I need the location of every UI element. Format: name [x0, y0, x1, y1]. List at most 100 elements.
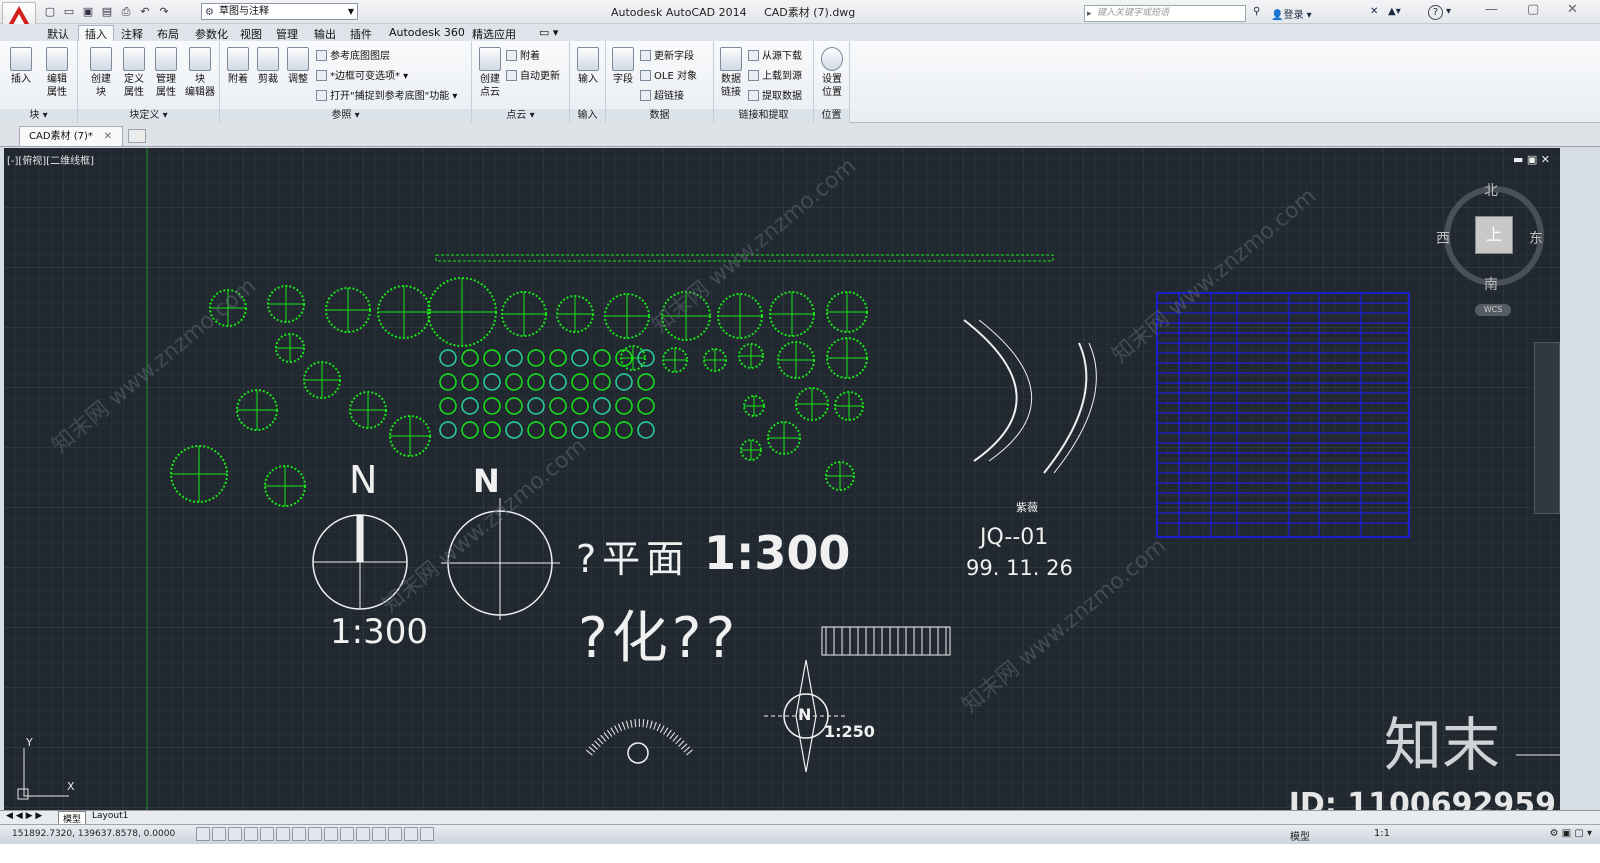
clip-button[interactable]: 剪裁	[254, 47, 282, 86]
save-icon[interactable]: ▣	[80, 4, 96, 19]
binoculars-icon[interactable]: ⚲	[1253, 6, 1260, 17]
help-button[interactable]: ?	[1428, 5, 1443, 20]
ribbon-minimize-icon[interactable]: ▭ ▾	[539, 26, 558, 39]
tab-manage[interactable]: 管理	[276, 26, 298, 42]
wcs-menu[interactable]: WCS	[1475, 304, 1511, 316]
chevron-down-icon[interactable]: ▾	[1446, 6, 1451, 17]
snap-toggle[interactable]	[212, 827, 226, 841]
hyperlink-button[interactable]: 超链接	[640, 87, 684, 102]
extract-data-button[interactable]: 提取数据	[748, 87, 802, 102]
block-editor-button[interactable]: 块 编辑器	[182, 47, 218, 99]
viewcube-north[interactable]: 北	[1484, 180, 1498, 200]
dyn-toggle[interactable]	[340, 827, 354, 841]
viewport-window-controls[interactable]: ▬ ▣ ✕	[1513, 153, 1550, 166]
tab-autodesk360[interactable]: Autodesk 360	[389, 26, 465, 39]
infer-constraints-toggle[interactable]	[196, 827, 210, 841]
open-file-icon[interactable]: ▭	[61, 4, 77, 19]
quick-access-toolbar: ▢ ▭ ▣ ▤ ⎙ ↶ ↷	[42, 4, 172, 19]
tab-insert[interactable]: 插入	[78, 25, 114, 41]
new-file-icon[interactable]: ▢	[42, 4, 58, 19]
viewcube-top-face[interactable]: 上	[1475, 216, 1513, 254]
field-button[interactable]: 字段	[609, 47, 637, 86]
tab-featured-apps[interactable]: 精选应用	[472, 26, 516, 42]
attach-icon	[227, 47, 249, 71]
panel-block-definition: 创建 块 定义 属性 管理 属性 块 编辑器 块定义 ▾	[78, 41, 220, 123]
sc-toggle[interactable]	[404, 827, 418, 841]
print-icon[interactable]: ⎙	[118, 4, 134, 19]
download-icon	[748, 50, 759, 61]
maximize-button[interactable]: ▢	[1527, 2, 1539, 17]
panel-title[interactable]: 参照 ▾	[220, 109, 471, 123]
define-attribute-button[interactable]: 定义 属性	[119, 47, 149, 99]
tab-plugins[interactable]: 插件	[350, 26, 372, 42]
underlay-snap-dropdown[interactable]: 打开"捕捉到参考底图"功能 ▾	[316, 87, 457, 102]
new-tab-button[interactable]	[128, 129, 146, 143]
panel-title[interactable]: 块定义 ▾	[78, 109, 219, 123]
close-button[interactable]: ✕	[1567, 2, 1578, 17]
tab-output[interactable]: 输出	[314, 26, 336, 42]
otrack-toggle[interactable]	[308, 827, 322, 841]
viewport-controls[interactable]: [-][俯视][二维线框]	[7, 152, 94, 167]
save-as-icon[interactable]: ▤	[99, 4, 115, 19]
edit-attribute-button[interactable]: 编辑 属性	[40, 47, 74, 99]
frame-options-dropdown[interactable]: *边框可变选项* ▾	[316, 67, 408, 82]
adjust-button[interactable]: 调整	[284, 47, 312, 86]
manage-attribute-button[interactable]: 管理 属性	[151, 47, 181, 99]
ribbon: 插入 编辑 属性 块 ▾ 创建 块 定义 属性 管理 属性 块 编辑器 块定义 …	[0, 41, 1600, 123]
redo-icon[interactable]: ↷	[156, 4, 172, 19]
create-point-cloud-button[interactable]: 创建 点云	[476, 47, 504, 99]
annotation-scale[interactable]: 1:1	[1374, 828, 1390, 839]
tab-annotate[interactable]: 注释	[121, 26, 143, 42]
svg-text:X: X	[67, 780, 75, 793]
panel-data: 字段 更新字段 OLE 对象 超链接 数据	[606, 41, 714, 123]
exchange-icon[interactable]: ✕	[1370, 6, 1378, 17]
download-from-source-button[interactable]: 从源下载	[748, 47, 802, 62]
update-icon	[640, 50, 651, 61]
point-cloud-attach-button[interactable]: 附着	[506, 47, 540, 62]
insert-block-button[interactable]: 插入	[6, 47, 36, 86]
drawing-canvas[interactable]: Y X [-][俯视][二维线框] ▬ ▣ ✕ 上 北 南 东 西 WCS N …	[4, 148, 1560, 822]
viewcube-west[interactable]: 西	[1436, 228, 1450, 248]
update-fields-button[interactable]: 更新字段	[640, 47, 694, 62]
close-icon[interactable]: ✕	[104, 127, 112, 146]
model-space-button[interactable]: 模型	[1290, 828, 1310, 843]
tab-default[interactable]: 默认	[47, 26, 69, 42]
create-block-button[interactable]: 创建 块	[86, 47, 116, 99]
underlay-layers-button[interactable]: 参考底图图层	[316, 47, 390, 62]
attach-button[interactable]: 附着	[224, 47, 252, 86]
polar-toggle[interactable]	[260, 827, 274, 841]
doc-tab-active[interactable]: CAD素材 (7)* ✕	[19, 126, 123, 146]
tab-view[interactable]: 视图	[240, 26, 262, 42]
3dosnap-toggle[interactable]	[292, 827, 306, 841]
viewcube-south[interactable]: 南	[1484, 274, 1498, 294]
auto-update-button[interactable]: 自动更新	[506, 67, 560, 82]
qp-toggle[interactable]	[388, 827, 402, 841]
set-location-button[interactable]: 设置 位置	[817, 47, 847, 99]
workspace-selector[interactable]: ⚙ 草图与注释 ▼	[201, 3, 358, 20]
am-toggle[interactable]	[420, 827, 434, 841]
user-center-icon[interactable]: ▲▾	[1388, 6, 1401, 17]
layout-nav-icons[interactable]: ◀ ◀ ▶ ▶	[6, 811, 42, 821]
data-link-button[interactable]: 数据 链接	[717, 47, 745, 99]
upload-to-source-button[interactable]: 上载到源	[748, 67, 802, 82]
search-input[interactable]: ▸ 键入关键字或短语	[1084, 5, 1246, 22]
ducs-toggle[interactable]	[324, 827, 338, 841]
tab-layout[interactable]: 布局	[157, 26, 179, 42]
panel-title[interactable]: 点云 ▾	[472, 109, 569, 123]
grid-toggle[interactable]	[228, 827, 242, 841]
status-tray-icons[interactable]: ⚙ ▣ ▢ ▾	[1550, 828, 1592, 839]
import-button[interactable]: 输入	[573, 47, 603, 86]
login-button[interactable]: 👤登录 ▾	[1271, 6, 1312, 21]
tab-layout1[interactable]: Layout1	[92, 811, 128, 821]
osnap-toggle[interactable]	[276, 827, 290, 841]
navigation-bar[interactable]	[1534, 342, 1560, 514]
viewcube-east[interactable]: 东	[1529, 228, 1543, 248]
lineweight-toggle[interactable]	[356, 827, 370, 841]
minimize-button[interactable]: —	[1485, 2, 1498, 17]
ortho-toggle[interactable]	[244, 827, 258, 841]
ole-object-button[interactable]: OLE 对象	[640, 67, 697, 82]
panel-title[interactable]: 块 ▾	[0, 109, 77, 123]
undo-icon[interactable]: ↶	[137, 4, 153, 19]
tab-parametric[interactable]: 参数化	[195, 26, 228, 42]
transparency-toggle[interactable]	[372, 827, 386, 841]
